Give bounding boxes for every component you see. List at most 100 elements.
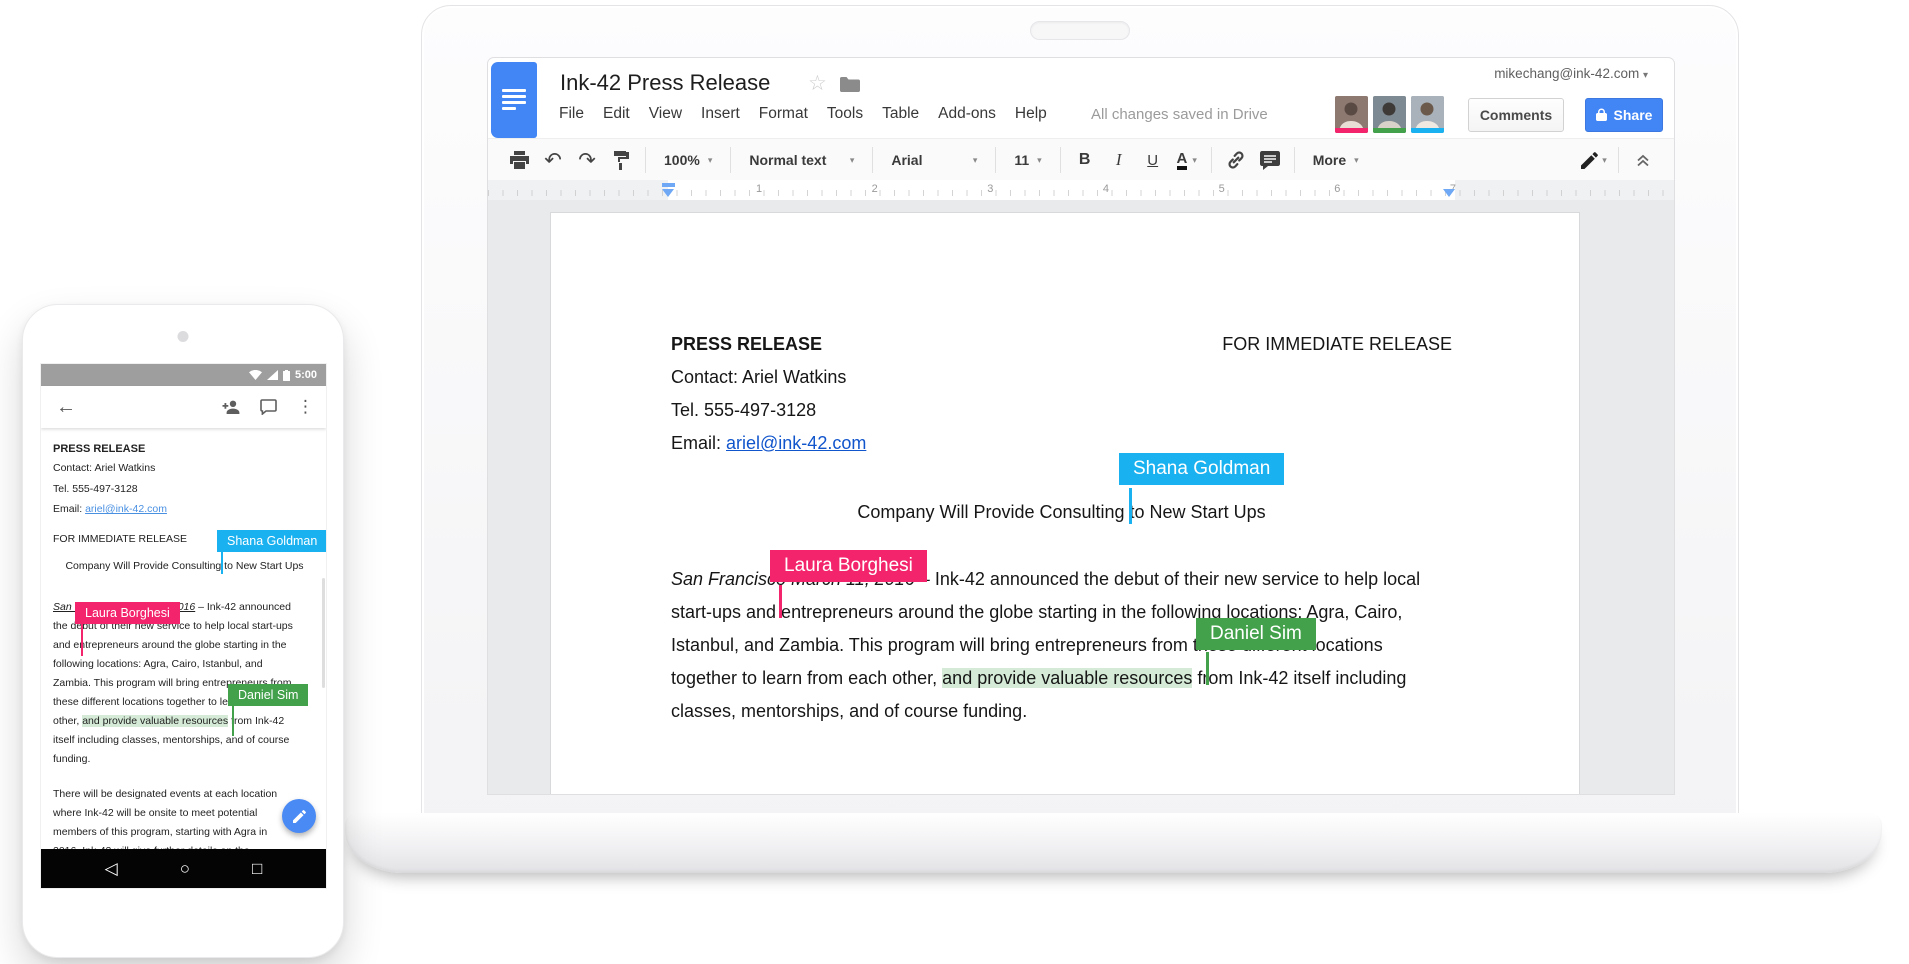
menu-tools[interactable]: Tools	[827, 105, 863, 123]
add-person-icon[interactable]	[221, 400, 240, 414]
phone-press-release: PRESS RELEASE	[53, 442, 316, 456]
star-icon[interactable]: ☆	[808, 71, 827, 96]
text-line: following locations: Agra, Cairo, Istanb…	[53, 655, 293, 674]
phone-email-link[interactable]: ariel@ink-42.com	[85, 503, 167, 515]
android-nav-bar: ◁ ○ □	[41, 849, 326, 888]
menu-help[interactable]: Help	[1015, 105, 1047, 123]
chevron-down-icon: ▾	[1192, 155, 1197, 166]
paint-format-icon[interactable]	[604, 145, 638, 175]
nav-back-icon[interactable]: ◁	[105, 860, 118, 877]
more-button[interactable]: More▾	[1302, 152, 1370, 168]
collaborator-avatars	[1335, 96, 1444, 133]
doc-headline: Company Will Provide Consulting to New S…	[671, 500, 1452, 524]
comments-button[interactable]: Comments	[1468, 98, 1564, 132]
phone-tel: Tel. 555-497-3128	[53, 482, 316, 496]
document-page[interactable]: PRESS RELEASE FOR IMMEDIATE RELEASE Cont…	[550, 212, 1580, 794]
chevron-down-icon: ▾	[1354, 155, 1359, 166]
insert-comment-icon[interactable]	[1253, 145, 1287, 175]
text-line: where Ink-42 will be onsite to meet pote…	[53, 804, 277, 823]
menu-file[interactable]: File	[559, 105, 584, 123]
overflow-menu-icon[interactable]: ⋮	[297, 397, 314, 417]
text-line: members of this program, starting with A…	[53, 823, 277, 842]
ruler-number-6: 6	[1334, 183, 1340, 195]
phone-label-laura: Laura Borghesi	[75, 602, 180, 624]
email-line: Email: ariel@ink-42.com	[671, 431, 1452, 455]
avatar-laura[interactable]	[1335, 96, 1368, 133]
bold-button[interactable]: B	[1068, 145, 1102, 175]
folder-icon[interactable]	[840, 76, 860, 97]
phone-document[interactable]: PRESS RELEASE Contact: Ariel Watkins Tel…	[41, 428, 326, 849]
phone-email: Email: ariel@ink-42.com	[53, 502, 316, 516]
account-menu[interactable]: mikechang@ink-42.com ▾	[1494, 66, 1648, 81]
collapse-toolbar-icon[interactable]	[1626, 145, 1660, 175]
text-line: and entrepreneurs around the globe start…	[53, 636, 293, 655]
avatar-daniel[interactable]	[1373, 96, 1406, 133]
menu-view[interactable]: View	[649, 105, 682, 123]
phone-status-bar: 5:00	[41, 364, 326, 386]
font-size-select[interactable]: 11▾	[1003, 152, 1052, 168]
avatar-shana[interactable]	[1411, 96, 1444, 133]
left-indent-marker[interactable]	[662, 189, 674, 197]
nav-recents-icon[interactable]: □	[252, 860, 262, 877]
docs-header: Ink-42 Press Release ☆ File Edit View Inser…	[488, 58, 1674, 138]
indent-marker-bar[interactable]	[662, 183, 675, 187]
phone-scrollbar[interactable]	[322, 578, 325, 688]
nav-home-icon[interactable]: ○	[180, 860, 190, 877]
italic-button[interactable]: I	[1102, 145, 1136, 175]
document-canvas: PRESS RELEASE FOR IMMEDIATE RELEASE Cont…	[488, 200, 1674, 794]
ruler-numbers: 1234567	[756, 183, 1456, 195]
ruler-number-1: 1	[756, 183, 762, 195]
right-indent-marker[interactable]	[1443, 189, 1455, 197]
chevron-down-icon: ▾	[708, 155, 713, 166]
redo-icon[interactable]: ↷	[570, 145, 604, 175]
marketing-canvas: Ink-42 Press Release ☆ File Edit View Inser…	[0, 0, 1909, 964]
docs-toolbar: ↶ ↷ 100%▾ Normal text▾ Arial▾	[488, 138, 1674, 182]
menu-insert[interactable]: Insert	[701, 105, 740, 123]
email-link[interactable]: ariel@ink-42.com	[726, 433, 866, 453]
ruler-number-2: 2	[872, 183, 878, 195]
for-immediate-release: FOR IMMEDIATE RELEASE	[1222, 332, 1452, 356]
google-docs-icon	[491, 62, 537, 138]
laptop-screen-bezel: Ink-42 Press Release ☆ File Edit View Inser…	[421, 5, 1739, 835]
ruler-number-5: 5	[1219, 183, 1225, 195]
print-icon[interactable]	[502, 145, 536, 175]
phone-cursor-shana	[221, 552, 223, 574]
chevron-down-icon: ▾	[973, 155, 978, 166]
text-line: together to learn from each other, and p…	[671, 662, 1420, 695]
document-title[interactable]: Ink-42 Press Release	[560, 70, 770, 96]
collaborator-label-laura: Laura Borghesi	[770, 550, 927, 582]
collaborator-label-daniel: Daniel Sim	[1196, 618, 1316, 650]
cursor-daniel	[1206, 652, 1209, 685]
insert-link-icon[interactable]	[1219, 145, 1253, 175]
text-line: classes, mentorships, and of course fund…	[671, 695, 1420, 728]
menu-format[interactable]: Format	[759, 105, 808, 123]
lock-icon	[1596, 108, 1607, 122]
text-line: other, and provide valuable resources fr…	[53, 712, 293, 731]
ruler[interactable]: 1234567	[488, 180, 1674, 201]
zoom-select[interactable]: 100%▾	[653, 152, 723, 168]
menu-table[interactable]: Table	[882, 105, 919, 123]
laptop-camera-notch	[1030, 21, 1130, 40]
menu-add-ons[interactable]: Add-ons	[938, 105, 996, 123]
share-label: Share	[1614, 107, 1653, 123]
chevron-down-icon: ▾	[1037, 155, 1042, 166]
phone: 5:00 ← ⋮ PRESS RELEASE Contact: Ariel Wa…	[22, 304, 344, 958]
battery-icon	[283, 370, 290, 381]
comment-icon[interactable]	[260, 399, 277, 415]
share-button[interactable]: Share	[1585, 98, 1663, 132]
edit-fab[interactable]	[282, 799, 316, 833]
undo-icon[interactable]: ↶	[536, 145, 570, 175]
phone-app-bar: ← ⋮	[41, 386, 326, 428]
menu-edit[interactable]: Edit	[603, 105, 630, 123]
styles-select[interactable]: Normal text▾	[738, 152, 865, 168]
text-line: itself including classes, mentorships, a…	[53, 731, 293, 750]
text-color-button[interactable]: A ▾	[1170, 145, 1204, 175]
chevron-down-icon: ▾	[1602, 155, 1607, 166]
text-line: There will be designated events at each …	[53, 785, 277, 804]
google-docs-window: Ink-42 Press Release ☆ File Edit View Inser…	[488, 58, 1674, 794]
underline-button[interactable]: U	[1136, 145, 1170, 175]
edit-mode-pencil-icon[interactable]: ▾	[1577, 145, 1611, 175]
font-select[interactable]: Arial▾	[880, 152, 988, 168]
back-arrow-icon[interactable]: ←	[56, 396, 76, 419]
phone-headline: Company Will Provide Consulting to New S…	[53, 559, 316, 573]
